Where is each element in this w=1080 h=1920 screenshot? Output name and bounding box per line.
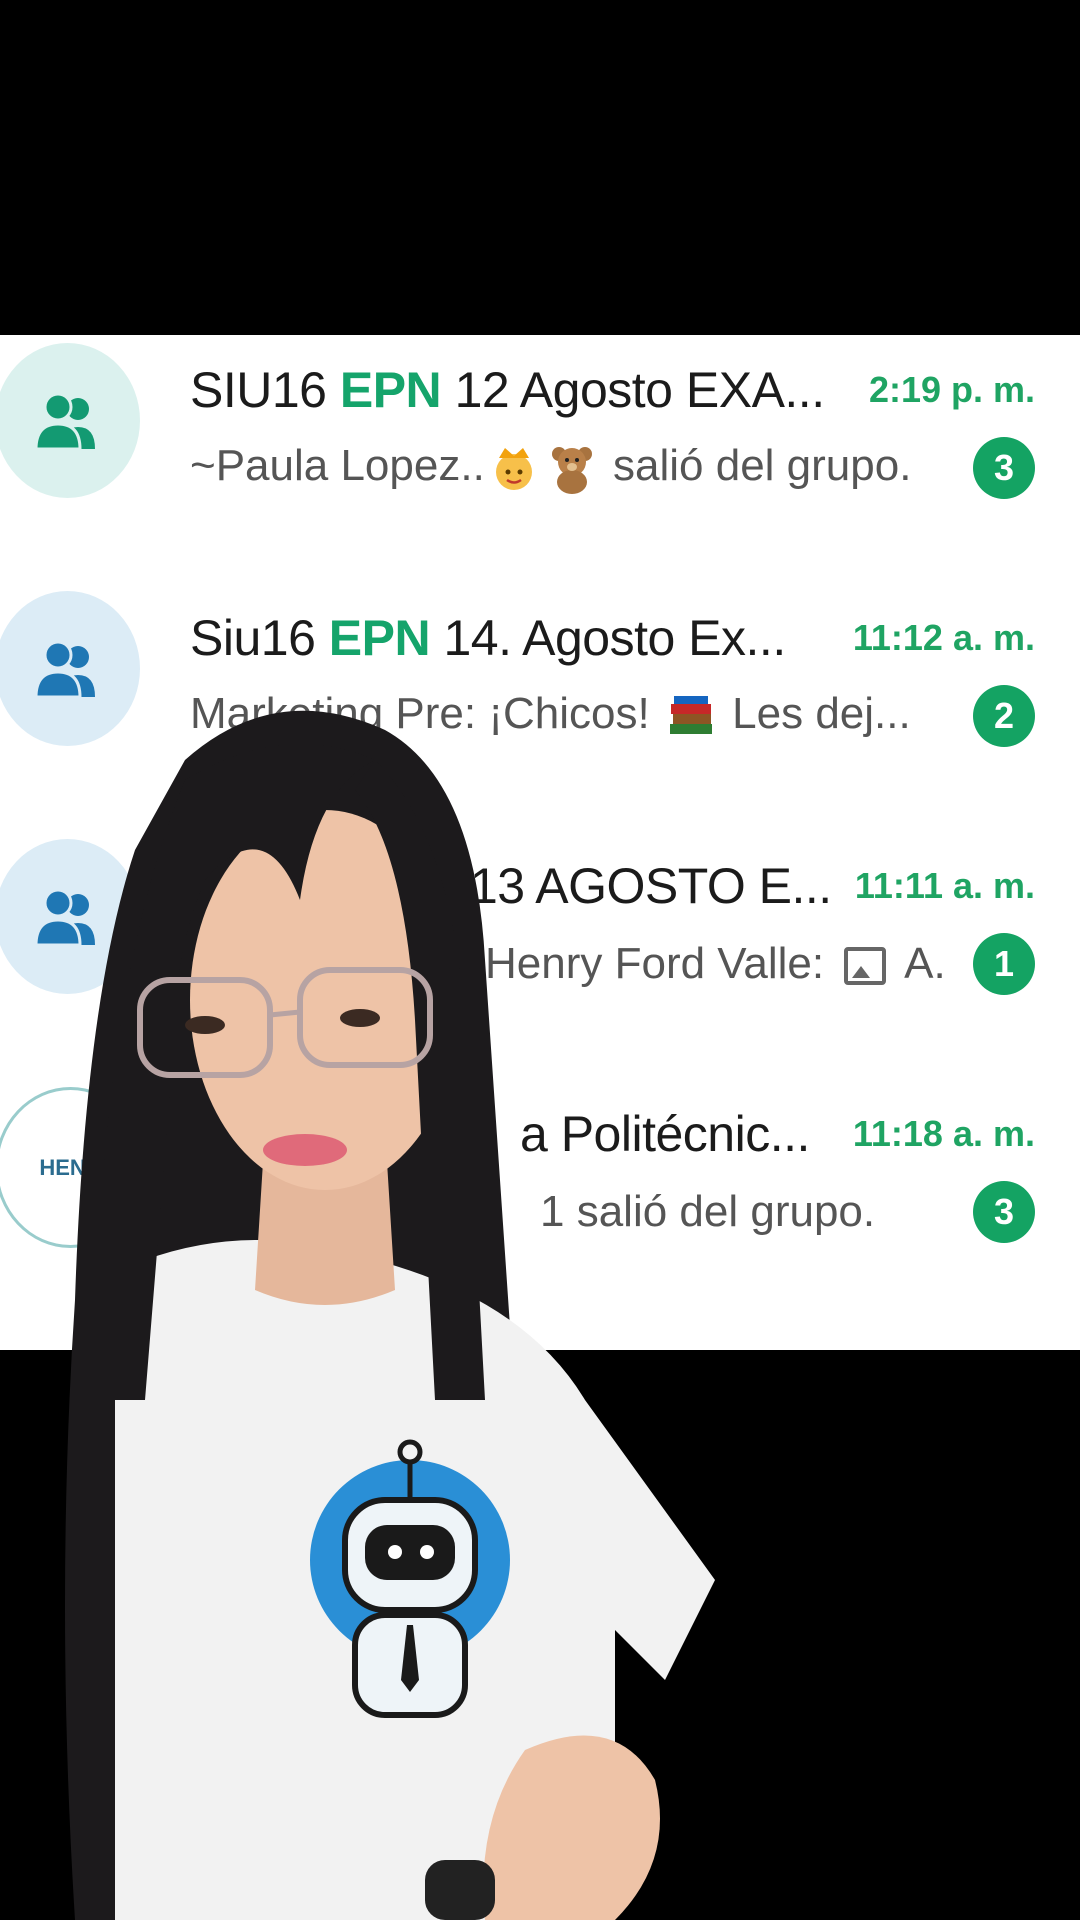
group-icon — [33, 392, 95, 450]
teddy-bear-icon — [551, 446, 592, 494]
unread-badge: 3 — [973, 436, 1035, 499]
group-avatar — [0, 343, 140, 498]
chat-time: 2:19 p. m. — [868, 369, 1035, 410]
chat-time: 11:11 a. m. — [854, 865, 1035, 906]
unread-badge: 3 — [973, 1180, 1035, 1243]
princess-emoji-icon — [495, 447, 532, 490]
unread-badge: 1 — [973, 932, 1035, 995]
unread-badge: 2 — [973, 684, 1035, 747]
chat-title: Siu16 EPN 14. Agosto Ex... — [190, 610, 786, 666]
chat-time: 11:18 a. m. — [852, 1113, 1035, 1154]
image-icon — [844, 946, 887, 985]
chat-time: 11:12 a. m. — [852, 617, 1035, 658]
chat-preview: ~Paula Lopez.. salió del grupo. — [190, 441, 963, 494]
chat-item[interactable]: SIU16 EPN 12 Agosto EXA... 2:19 p. m. ~P… — [0, 335, 1080, 575]
presenter-overlay — [65, 710, 715, 1920]
chat-title: SIU16 EPN 12 Agosto EXA... — [190, 362, 825, 418]
group-icon — [33, 640, 95, 698]
